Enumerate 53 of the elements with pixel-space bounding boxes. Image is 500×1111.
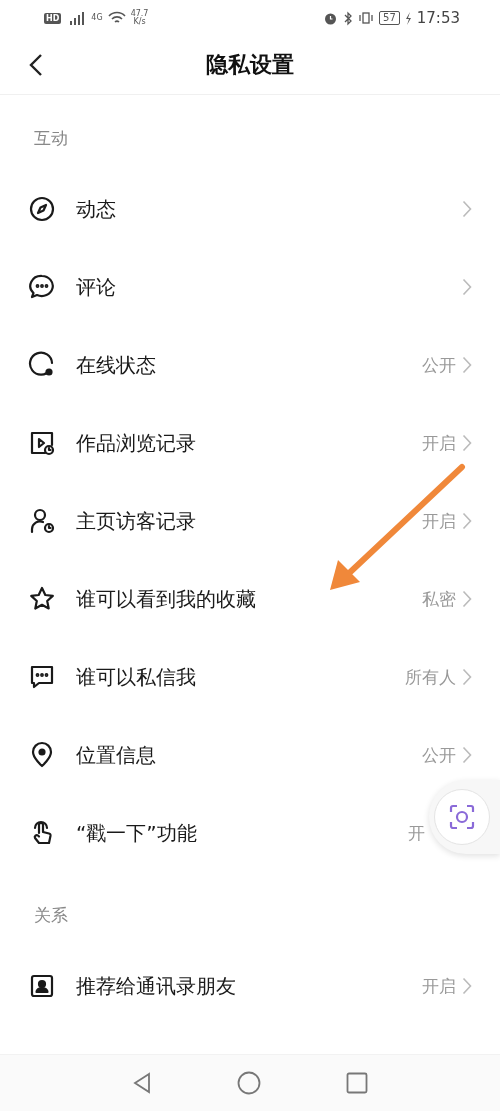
clock-time: 17:53 <box>416 9 460 27</box>
section-title: 关系 <box>33 904 69 927</box>
hd-badge: HD <box>44 12 62 24</box>
setting-value: 公开 <box>422 743 456 767</box>
chevron-icon <box>462 200 472 218</box>
scan-button[interactable] <box>434 789 490 845</box>
bluetooth-icon <box>343 10 354 26</box>
setting-label[interactable]: 作品浏览记录 <box>76 429 196 457</box>
message-icon <box>28 663 56 691</box>
back-nav-icon[interactable] <box>132 1072 153 1094</box>
section-title: 互动 <box>33 127 69 150</box>
setting-value: 开 <box>408 821 425 845</box>
setting-label[interactable]: 位置信息 <box>76 741 156 769</box>
contact-card-icon <box>28 972 56 1000</box>
setting-label[interactable]: 主页访客记录 <box>76 507 196 535</box>
setting-label[interactable]: 谁可以私信我 <box>76 663 196 691</box>
chevron-icon <box>462 746 472 764</box>
chevron-icon <box>462 668 472 686</box>
setting-label[interactable]: 评论 <box>76 273 116 301</box>
setting-label[interactable]: 推荐给通讯录朋友 <box>76 972 236 1000</box>
chevron-icon <box>462 356 472 374</box>
setting-value: 公开 <box>422 353 456 377</box>
vibrate-icon <box>358 11 375 25</box>
speed-unit: K/s <box>133 18 146 26</box>
wifi-icon <box>107 11 126 25</box>
setting-value: 开启 <box>422 431 456 455</box>
visitor-icon <box>28 507 56 535</box>
status-icon <box>28 351 56 379</box>
page-title: 隐私设置 <box>206 51 294 79</box>
compass-icon <box>28 195 56 223</box>
setting-label[interactable]: 谁可以看到我的收藏 <box>76 585 256 613</box>
chevron-icon <box>462 977 472 995</box>
back-icon[interactable] <box>28 53 44 77</box>
setting-label[interactable]: 动态 <box>76 195 116 223</box>
chevron-icon <box>462 278 472 296</box>
setting-value: 开启 <box>422 974 456 998</box>
home-nav-icon[interactable] <box>237 1071 261 1095</box>
chevron-icon <box>462 590 472 608</box>
setting-label[interactable]: “戳一下”功能 <box>76 819 197 847</box>
network-type: 4G <box>91 14 103 22</box>
chevron-icon <box>462 434 472 452</box>
comment-icon <box>28 273 56 301</box>
network-speed: 47.7 <box>130 10 149 18</box>
battery-level: 57 <box>379 11 400 25</box>
setting-value: 所有人 <box>405 665 456 689</box>
setting-value: 私密 <box>422 587 456 611</box>
scan-icon <box>449 804 475 830</box>
setting-value: 开启 <box>422 509 456 533</box>
chevron-icon <box>462 512 472 530</box>
setting-label[interactable]: 在线状态 <box>76 351 156 379</box>
video-history-icon <box>28 429 56 457</box>
star-icon <box>28 585 56 613</box>
recents-nav-icon[interactable] <box>345 1072 368 1094</box>
